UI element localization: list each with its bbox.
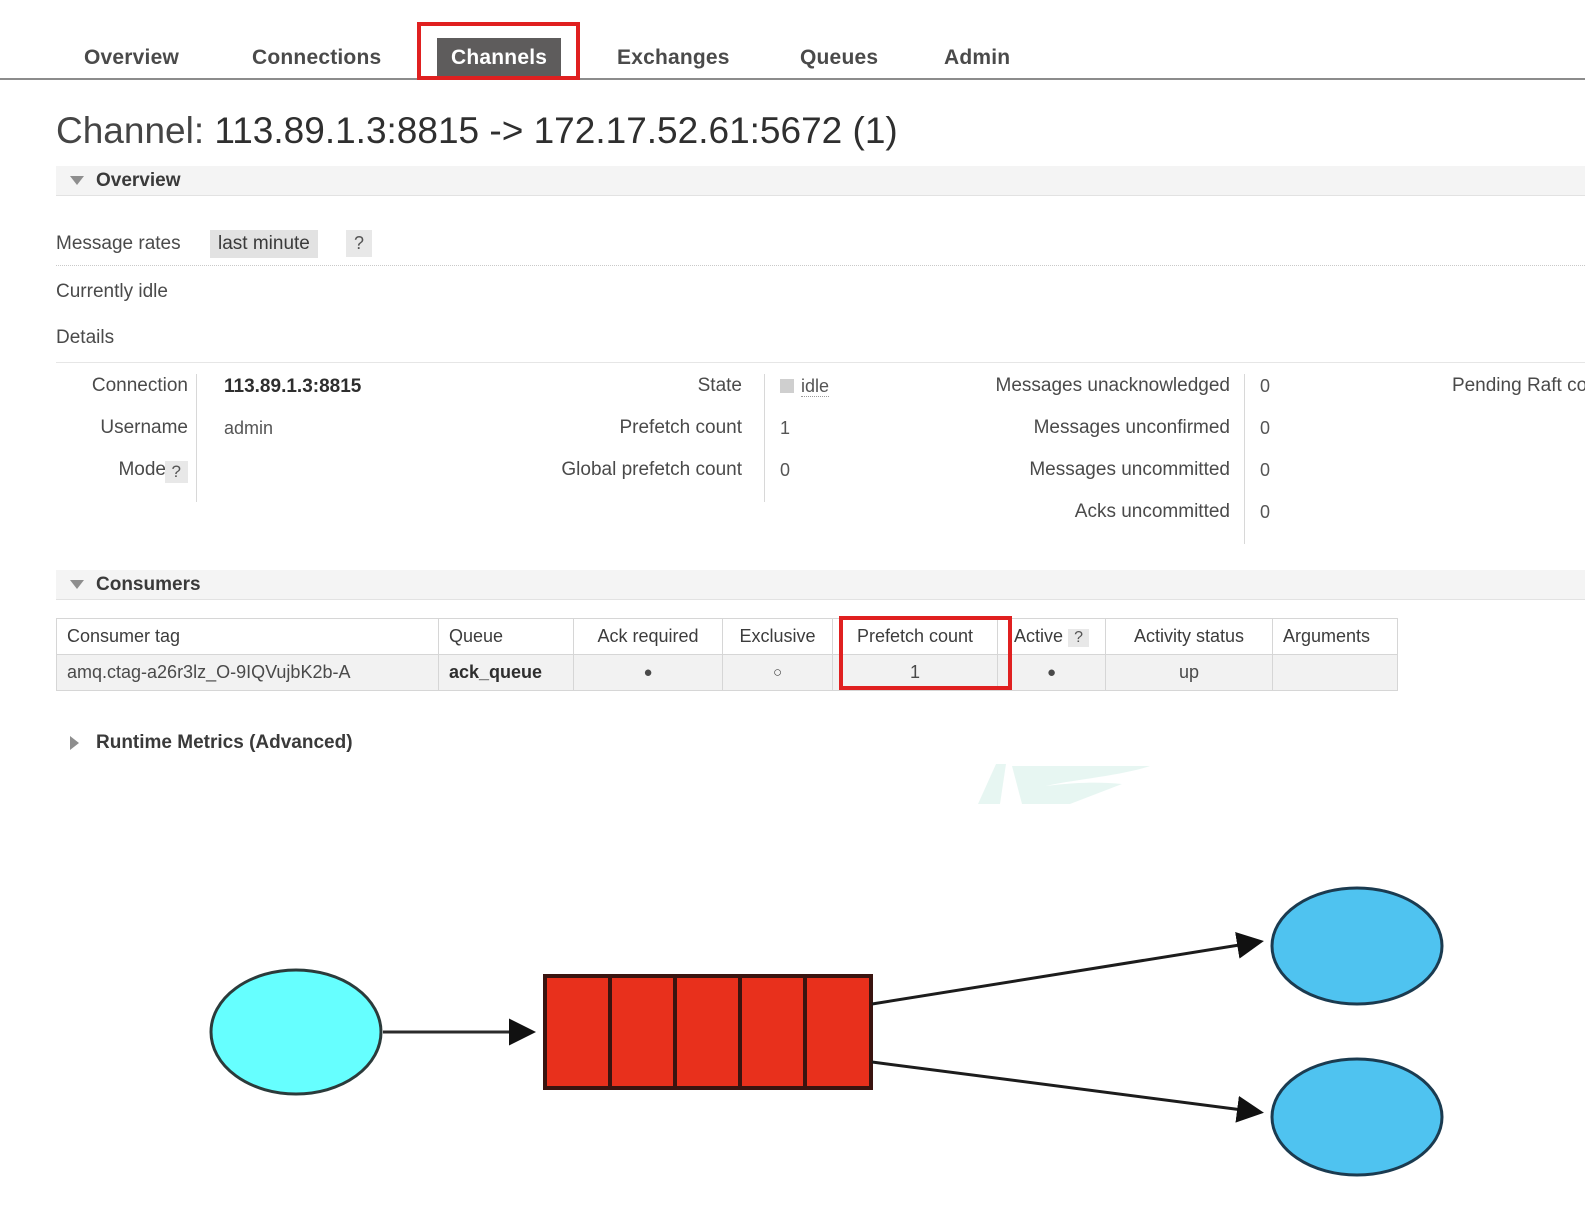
section-label-overview: Overview <box>96 170 181 191</box>
details-key-messages-uncommitted: Messages uncommitted <box>1029 459 1230 480</box>
details-group-state: State idle Prefetch count 1 Global prefe… <box>456 370 830 502</box>
message-rates-help-icon[interactable]: ? <box>346 230 373 257</box>
details-group-raft: Pending Raft commands <box>1310 370 1585 412</box>
nav-tab-overview[interactable]: Overview <box>70 38 193 80</box>
cell-active: ● <box>997 654 1106 691</box>
chevron-right-icon <box>70 736 79 750</box>
active-help-icon[interactable]: ? <box>1068 629 1089 647</box>
details-key-messages-unconfirmed: Messages unconfirmed <box>1033 417 1230 438</box>
details-row: Connection 113.89.1.3:8815 <box>56 370 456 412</box>
table-header-row: Consumer tag Queue Ack required Exclusiv… <box>56 618 1398 655</box>
main-navigation: Overview Connections Channels Exchanges … <box>0 22 1585 80</box>
column-header-prefetch-count[interactable]: Prefetch count <box>832 618 998 655</box>
page-title-address: 113.89.1.3:8815 -> 172.17.52.61:5672 (1) <box>214 110 898 151</box>
details-key-state: State <box>697 375 742 396</box>
details-row: Mode ? <box>56 454 456 496</box>
details-value-messages-unacknowledged: 0 <box>1260 376 1271 396</box>
cell-ack-required: ● <box>573 654 723 691</box>
details-row: Messages unacknowledged 0 <box>816 370 1316 412</box>
details-value-messages-uncommitted: 0 <box>1260 460 1271 480</box>
message-rates-period-selector[interactable]: last minute <box>210 230 318 258</box>
details-label: Details <box>56 327 115 348</box>
cell-consumer-tag: amq.ctag-a26r3lz_O-9IQVujbK2b-A <box>56 654 439 691</box>
details-value-global-prefetch-count: 0 <box>780 460 791 480</box>
watermark-logo-icon <box>978 764 1150 804</box>
details-value-prefetch-count: 1 <box>780 418 791 438</box>
nav-tab-channels[interactable]: Channels <box>437 38 562 80</box>
nav-tab-queues[interactable]: Queues <box>786 38 892 80</box>
details-row: State idle <box>456 370 830 412</box>
consumers-table: Consumer tag Queue Ack required Exclusiv… <box>56 618 1398 691</box>
nav-tab-exchanges[interactable]: Exchanges <box>603 38 744 80</box>
section-header-consumers[interactable]: Consumers <box>56 570 1585 600</box>
column-header-activity-status[interactable]: Activity status <box>1105 618 1273 655</box>
diagram-arrow-queue-to-consumer-2 <box>871 1060 1264 1123</box>
details-divider <box>56 362 1585 363</box>
diagram-arrow-queue-to-consumer-1 <box>871 932 1264 1006</box>
diagram-consumer-2-node <box>1270 1057 1444 1177</box>
details-value-username: admin <box>224 418 274 438</box>
rabbitmq-prefetch-diagram: P queue_name=hello prefetch=1 prefetch=1… <box>0 840 1585 1217</box>
details-grid: Connection 113.89.1.3:8815 Username admi… <box>56 370 1585 544</box>
section-header-runtime-metrics[interactable]: Runtime Metrics (Advanced) <box>56 728 1585 758</box>
details-key-connection: Connection <box>91 375 188 396</box>
currently-idle-text: Currently idle <box>56 281 168 302</box>
cell-arguments <box>1272 654 1398 691</box>
column-header-queue[interactable]: Queue <box>438 618 574 655</box>
details-key-global-prefetch-count: Global prefetch count <box>561 459 742 480</box>
diagram-producer-node <box>209 968 383 1096</box>
diagram-canvas <box>209 886 1444 1177</box>
chevron-down-icon <box>70 176 84 185</box>
details-key-pending-raft-commands: Pending Raft commands <box>1451 375 1585 396</box>
details-group-messages: Messages unacknowledged 0 Messages uncon… <box>816 370 1316 544</box>
cell-prefetch-count: 1 <box>832 654 998 691</box>
details-key-prefetch-count: Prefetch count <box>619 417 742 438</box>
details-row: Messages uncommitted 0 <box>816 454 1316 496</box>
section-label-runtime-metrics: Runtime Metrics (Advanced) <box>96 732 353 753</box>
column-header-active-label: Active <box>1014 626 1064 646</box>
details-group-connection: Connection 113.89.1.3:8815 Username admi… <box>56 370 456 502</box>
diagram-consumer-1-node <box>1270 886 1444 1006</box>
column-header-active[interactable]: Active? <box>997 618 1106 655</box>
details-value-messages-unconfirmed: 0 <box>1260 418 1271 438</box>
column-header-exclusive[interactable]: Exclusive <box>722 618 833 655</box>
details-key-messages-unacknowledged: Messages unacknowledged <box>995 375 1231 396</box>
section-header-overview[interactable]: Overview <box>56 166 1585 196</box>
nav-tab-connections[interactable]: Connections <box>238 38 395 80</box>
details-value-connection[interactable]: 113.89.1.3:8815 <box>224 376 361 398</box>
cell-exclusive: ○ <box>722 654 833 691</box>
details-row: Pending Raft commands <box>1310 370 1585 412</box>
column-header-ack-required[interactable]: Ack required <box>573 618 723 655</box>
chevron-down-icon <box>70 580 84 589</box>
message-rates-row: Message rates last minute ? <box>56 230 1585 266</box>
cell-queue[interactable]: ack_queue <box>438 654 574 691</box>
column-header-consumer-tag[interactable]: Consumer tag <box>56 618 439 655</box>
message-rates-label: Message rates <box>56 233 181 254</box>
diagram-queue-box <box>543 974 873 1090</box>
details-row: Acks uncommitted 0 <box>816 496 1316 538</box>
details-row: Prefetch count 1 <box>456 412 816 454</box>
mode-help-icon[interactable]: ? <box>164 461 188 483</box>
details-key-mode: Mode <box>118 459 166 480</box>
table-row[interactable]: amq.ctag-a26r3lz_O-9IQVujbK2b-A ack_queu… <box>56 654 1398 691</box>
details-key-username: Username <box>100 417 188 438</box>
column-header-arguments[interactable]: Arguments <box>1272 618 1398 655</box>
state-indicator-icon <box>780 379 794 393</box>
details-key-acks-uncommitted: Acks uncommitted <box>1074 501 1230 522</box>
cell-activity-status: up <box>1105 654 1273 691</box>
nav-tab-admin[interactable]: Admin <box>930 38 1024 80</box>
page-title: Channel: 113.89.1.3:8815 -> 172.17.52.61… <box>56 110 898 152</box>
page-title-lead: Channel: <box>56 110 205 151</box>
details-row: Username admin <box>56 412 456 454</box>
nav-tab-list: Overview Connections Channels Exchanges … <box>0 22 1585 80</box>
section-label-consumers: Consumers <box>96 574 201 595</box>
details-row: Messages unconfirmed 0 <box>816 412 1316 454</box>
details-row: Global prefetch count 0 <box>456 454 816 496</box>
details-value-acks-uncommitted: 0 <box>1260 502 1271 522</box>
